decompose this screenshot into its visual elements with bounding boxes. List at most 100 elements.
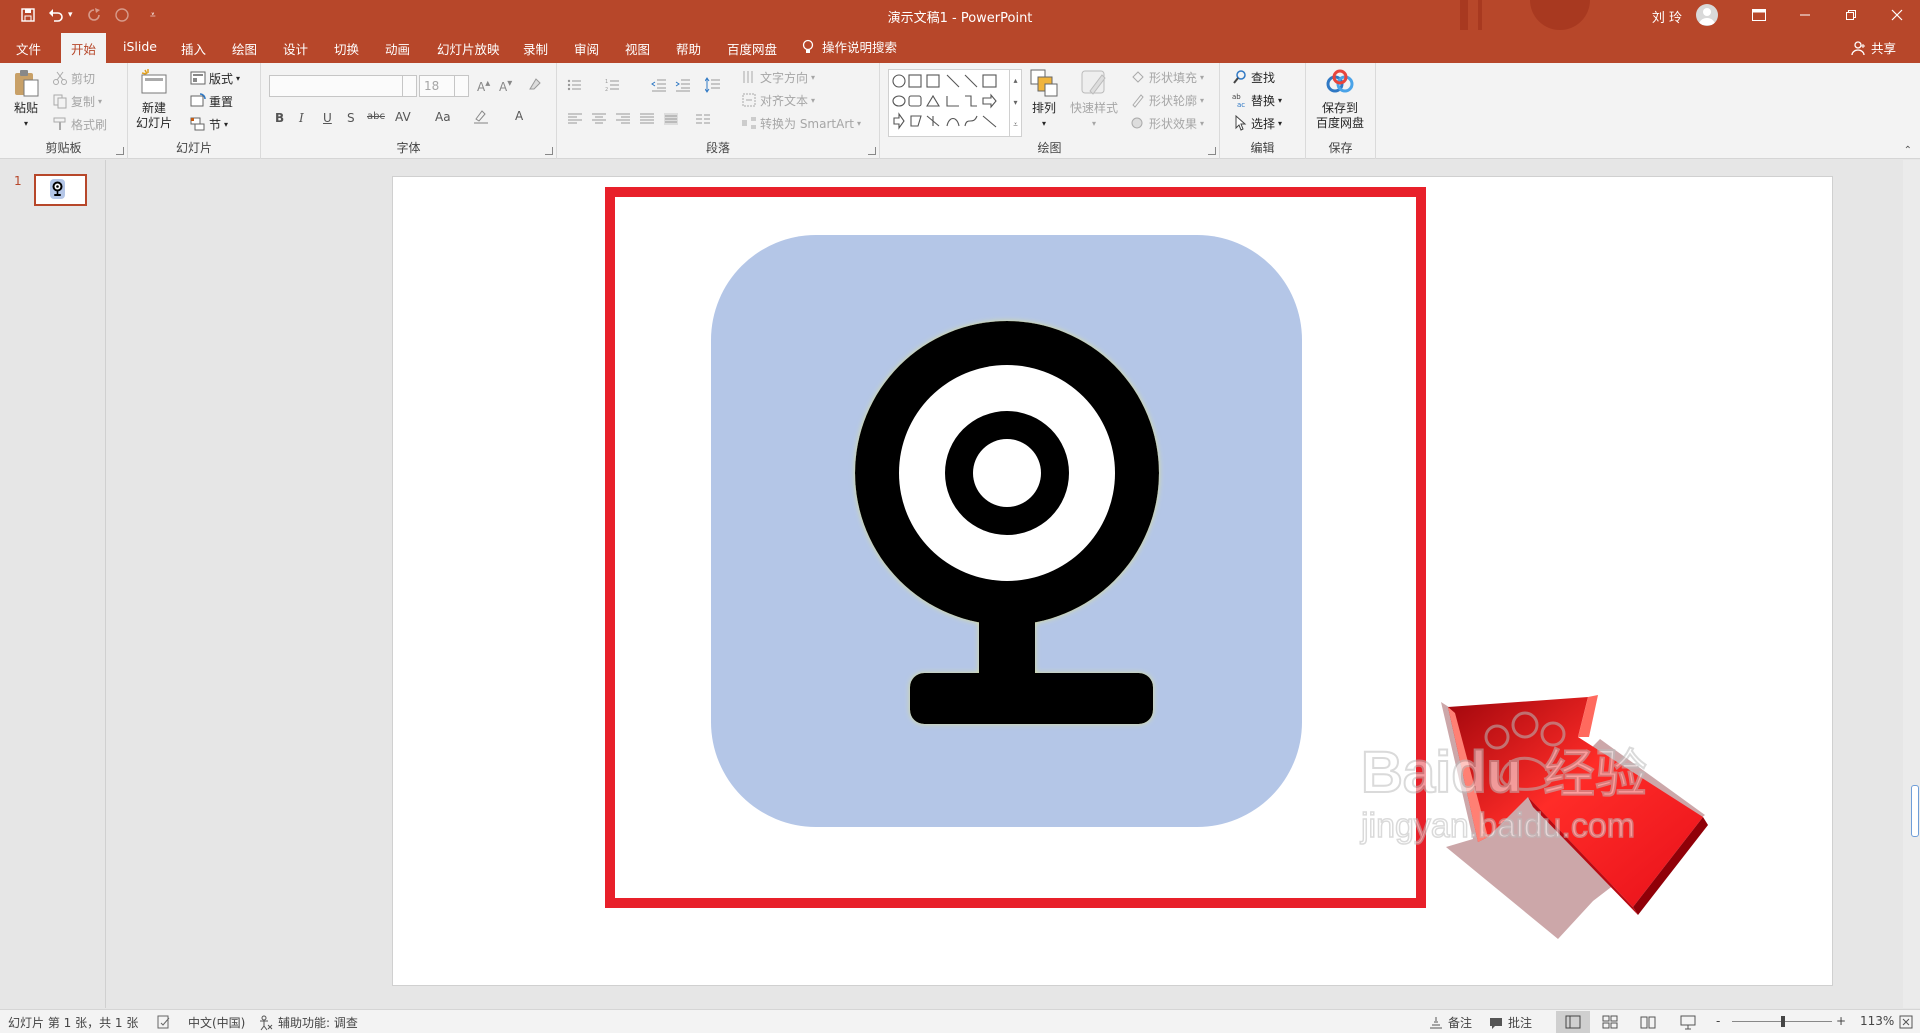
arrange-icon: [1030, 69, 1058, 97]
align-text-button[interactable]: 对齐文本 ▾: [741, 90, 815, 110]
tab-design[interactable]: 设计: [283, 39, 308, 58]
shape-outline-button[interactable]: 形状轮廓 ▾: [1130, 90, 1204, 110]
shrink-font-icon[interactable]: A▾: [499, 78, 512, 94]
zoom-slider-thumb[interactable]: [1781, 1016, 1785, 1027]
spellcheck-icon[interactable]: [156, 1014, 172, 1030]
new-slide-button[interactable]: 新建 幻灯片: [136, 67, 172, 131]
tab-transitions[interactable]: 切换: [334, 39, 359, 58]
tab-file[interactable]: 文件: [16, 39, 41, 58]
save-to-baidu-netdisk-button[interactable]: 保存到 百度网盘: [1316, 67, 1364, 131]
user-name[interactable]: 刘 玲: [1652, 7, 1682, 26]
chevron-down-icon[interactable]: [402, 76, 416, 96]
accessibility-checker[interactable]: 辅助功能: 调查: [258, 1014, 358, 1031]
ribbon-display-options-icon[interactable]: [1736, 0, 1782, 30]
align-center-icon[interactable]: [591, 111, 607, 130]
bold-button[interactable]: B: [275, 111, 284, 125]
comments-button[interactable]: 批注: [1488, 1014, 1532, 1031]
drawing-dialog-launcher[interactable]: [1208, 147, 1216, 155]
cut-button[interactable]: 剪切: [52, 68, 95, 88]
align-right-icon[interactable]: [615, 111, 631, 130]
chevron-down-icon[interactable]: [454, 76, 468, 96]
font-dialog-launcher[interactable]: [545, 147, 553, 155]
close-icon[interactable]: [1874, 0, 1920, 30]
grow-font-icon[interactable]: A▴: [477, 78, 490, 94]
paragraph-dialog-launcher[interactable]: [868, 147, 876, 155]
tab-insert[interactable]: 插入: [181, 39, 206, 58]
line-spacing-icon[interactable]: [705, 77, 721, 96]
shapes-gallery[interactable]: ▴ ▾ ⩡: [888, 69, 1022, 137]
align-left-icon[interactable]: [567, 111, 583, 130]
tab-help[interactable]: 帮助: [676, 39, 701, 58]
zoom-out-button[interactable]: -: [1716, 1014, 1720, 1028]
lens-inner: [973, 439, 1041, 507]
character-spacing-button[interactable]: AV: [395, 110, 411, 124]
tab-home[interactable]: 开始: [61, 33, 107, 63]
highlight-color-icon[interactable]: [473, 108, 489, 127]
scrollbar-thumb[interactable]: [1911, 785, 1919, 837]
tab-slideshow[interactable]: 幻灯片放映: [437, 39, 500, 58]
shape-effects-button[interactable]: 形状效果 ▾: [1130, 113, 1204, 133]
numbering-icon[interactable]: 12: [605, 77, 621, 96]
tab-view[interactable]: 视图: [625, 39, 650, 58]
reading-view-button[interactable]: [1640, 1014, 1656, 1030]
minimize-icon[interactable]: [1782, 0, 1828, 30]
collapse-ribbon-icon[interactable]: ⌃: [1904, 145, 1912, 156]
reset-button[interactable]: 重置: [190, 91, 233, 111]
decrease-indent-icon[interactable]: [651, 77, 667, 96]
section-button[interactable]: 节 ▾: [190, 114, 228, 134]
clipboard-dialog-launcher[interactable]: [116, 147, 124, 155]
text-direction-button[interactable]: 文字方向 ▾: [741, 67, 815, 87]
slide-thumbnail[interactable]: [34, 174, 87, 206]
tab-islide[interactable]: iSlide: [123, 39, 157, 54]
notes-button[interactable]: 备注: [1428, 1014, 1472, 1031]
columns-icon[interactable]: [695, 111, 711, 130]
change-case-button[interactable]: Aa: [435, 110, 451, 124]
share-button[interactable]: 共享: [1851, 38, 1896, 57]
increase-indent-icon[interactable]: [675, 77, 691, 96]
clear-formatting-icon[interactable]: [527, 76, 543, 95]
vertical-scrollbar[interactable]: [1903, 160, 1920, 1008]
avatar[interactable]: [1696, 4, 1718, 26]
tab-baidu-netdisk[interactable]: 百度网盘: [727, 39, 777, 58]
bullets-icon[interactable]: [567, 77, 583, 96]
quick-styles-button[interactable]: 快速样式 ▾: [1070, 67, 1118, 131]
format-painter-button[interactable]: 格式刷: [52, 114, 107, 134]
gallery-scroll[interactable]: ▴ ▾ ⩡: [1009, 70, 1021, 136]
language-indicator[interactable]: 中文(中国): [188, 1014, 245, 1031]
tell-me-search[interactable]: 操作说明搜索: [800, 37, 897, 56]
text-shadow-button[interactable]: S: [347, 111, 355, 125]
justify-icon[interactable]: [639, 111, 655, 130]
paste-button[interactable]: 粘贴 ▾: [10, 67, 42, 131]
tab-animations[interactable]: 动画: [385, 39, 410, 58]
title-bar: ▾ ⩡ 演示文稿1 - PowerPoint 刘 玲: [0, 0, 1920, 30]
tab-review[interactable]: 审阅: [574, 39, 599, 58]
arrange-button[interactable]: 排列 ▾: [1028, 67, 1060, 131]
tab-draw[interactable]: 绘图: [232, 39, 257, 58]
slideshow-view-button[interactable]: [1680, 1014, 1696, 1030]
fit-to-window-button[interactable]: [1898, 1014, 1914, 1030]
distributed-icon[interactable]: [663, 111, 679, 130]
italic-button[interactable]: I: [299, 111, 304, 125]
webcam-icon[interactable]: [711, 235, 1302, 827]
tab-record[interactable]: 录制: [523, 39, 548, 58]
copy-icon: [53, 94, 67, 109]
convert-to-smartart-button[interactable]: 转换为 SmartArt ▾: [741, 113, 861, 133]
strikethrough-button[interactable]: abc: [367, 111, 385, 122]
font-color-button[interactable]: A: [515, 109, 523, 123]
underline-button[interactable]: U: [323, 111, 332, 125]
find-button[interactable]: 查找: [1232, 67, 1275, 87]
copy-button[interactable]: 复制 ▾: [52, 91, 102, 111]
restore-icon[interactable]: [1828, 0, 1874, 30]
shape-fill-button[interactable]: 形状填充 ▾: [1130, 67, 1204, 87]
font-size-combo[interactable]: 18: [419, 75, 469, 97]
select-button[interactable]: 选择 ▾: [1232, 113, 1282, 133]
slide-sorter-view-button[interactable]: [1602, 1014, 1618, 1030]
slide[interactable]: Baidu 经验 jingyan.baidu.com: [392, 176, 1833, 986]
new-slide-icon: [141, 69, 167, 94]
zoom-in-button[interactable]: +: [1836, 1014, 1846, 1028]
layout-button[interactable]: 版式 ▾: [190, 68, 240, 88]
zoom-level[interactable]: 113%: [1860, 1014, 1894, 1028]
font-name-combo[interactable]: [269, 75, 417, 97]
replace-button[interactable]: ab ac 替换 ▾: [1232, 90, 1282, 110]
normal-view-button[interactable]: [1556, 1011, 1590, 1033]
